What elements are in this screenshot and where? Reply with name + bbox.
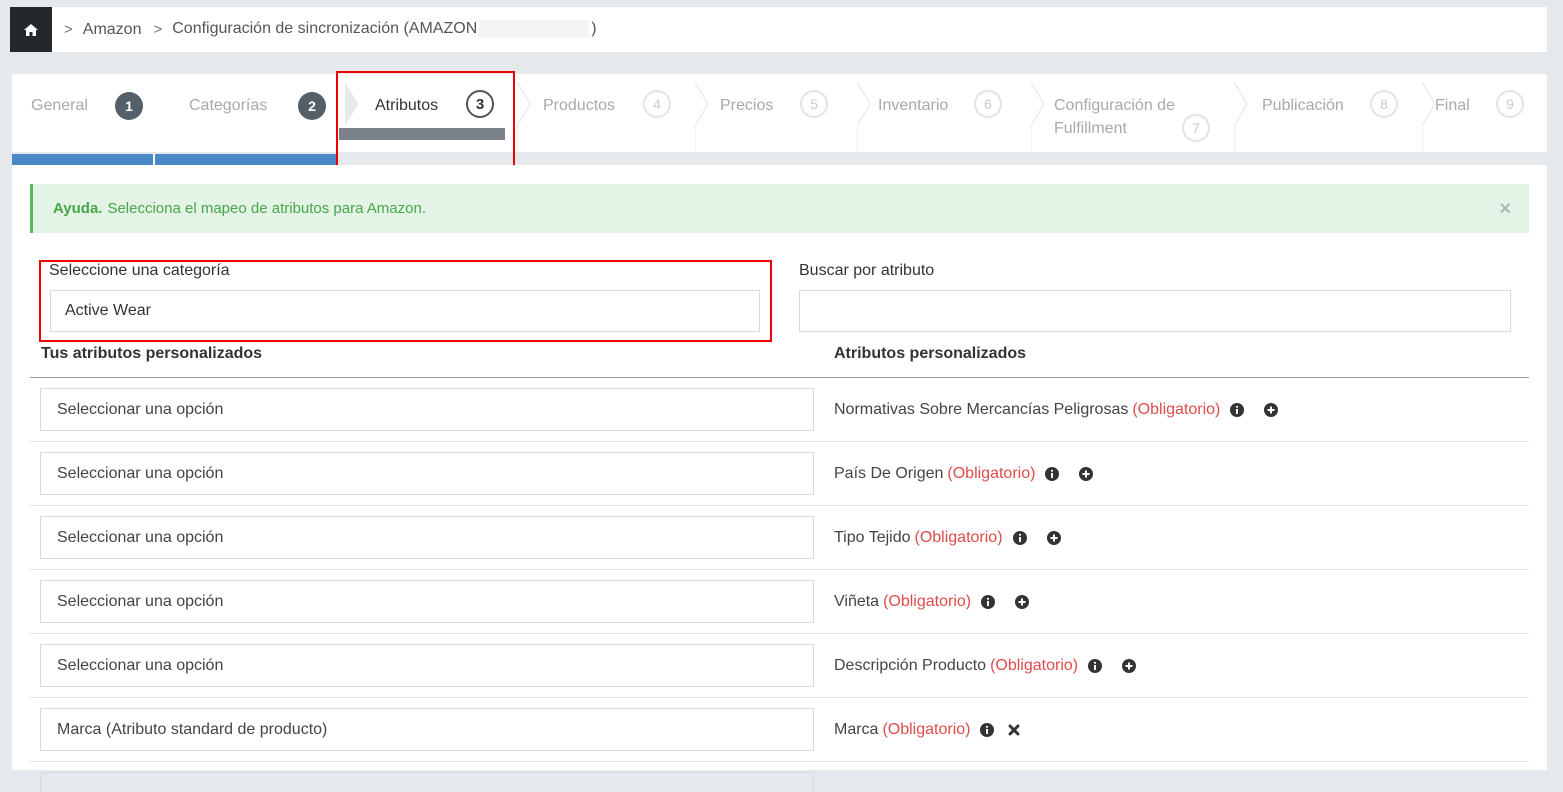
highlight-box-atributos [336, 71, 515, 170]
step-separator [1422, 82, 1436, 152]
step-productos[interactable]: Productos 4 [543, 74, 683, 152]
add-icon[interactable] [1264, 402, 1279, 417]
attribute-row: Seleccionar una opción Descripción Produ… [30, 634, 1529, 698]
add-icon[interactable] [1046, 530, 1061, 545]
step-separator [1031, 82, 1045, 152]
step-precios[interactable]: Precios 5 [720, 74, 850, 152]
search-label: Buscar por atributo [799, 262, 935, 279]
info-icon[interactable] [1230, 402, 1245, 417]
attribute-row: Seleccionar una opción Normativas Sobre … [30, 378, 1529, 442]
attribute-row: Seleccionar una opción Viñeta (Obligatori… [30, 570, 1529, 634]
attribute-row: Marca (Atributo standard de producto) Ma… [30, 698, 1529, 762]
info-icon[interactable] [980, 722, 995, 737]
step-number: 9 [1496, 90, 1524, 118]
option-select[interactable]: Seleccionar una opción [40, 644, 814, 687]
help-title: Ayuda. [53, 200, 103, 217]
step-categorias[interactable]: Categorías 2 [189, 74, 329, 152]
home-icon[interactable] [10, 7, 52, 52]
option-select[interactable]: Seleccionar una opción [40, 388, 814, 431]
remove-icon[interactable] [1008, 724, 1020, 736]
breadcrumb-current: Configuración de sincronización (AMAZON) [172, 20, 597, 39]
option-select[interactable] [40, 772, 814, 792]
attribute-label: Marca (Obligatorio) [834, 698, 1020, 761]
attribute-label: Descripción Producto (Obligatorio) [834, 634, 1137, 697]
step-number: 2 [298, 92, 326, 120]
redacted-id [479, 20, 590, 39]
step-publicacion[interactable]: Publicación 8 [1262, 74, 1422, 152]
step-separator [695, 82, 709, 152]
option-select[interactable]: Seleccionar una opción [40, 580, 814, 623]
step-general[interactable]: General 1 [31, 74, 151, 152]
step-separator [1234, 82, 1248, 152]
step-number: 1 [115, 92, 143, 120]
progress-divider [153, 154, 155, 165]
breadcrumb: > Amazon > Configuración de sincronizaci… [10, 7, 1547, 52]
column-header-left: Tus atributos personalizados [41, 345, 263, 362]
step-separator [857, 82, 871, 152]
highlight-box-category [39, 260, 772, 342]
progress-bar [12, 154, 336, 165]
option-select[interactable]: Seleccionar una opción [40, 452, 814, 495]
help-text: Selecciona el mapeo de atributos para Am… [107, 200, 426, 217]
step-fulfillment[interactable]: Configuración de Fulfillment 7 [1054, 74, 1224, 152]
step-final[interactable]: Final 9 [1435, 74, 1545, 152]
attribute-row [30, 762, 1529, 792]
option-select[interactable]: Marca (Atributo standard de producto) [40, 708, 814, 751]
add-icon[interactable] [1015, 594, 1030, 609]
step-number: 6 [974, 90, 1002, 118]
info-icon[interactable] [981, 594, 996, 609]
attributes-panel: Ayuda. Selecciona el mapeo de atributos … [12, 165, 1547, 792]
close-icon[interactable]: × [1499, 198, 1511, 221]
chevron-right-icon: > [153, 21, 163, 38]
chevron-right-icon: > [64, 21, 73, 38]
step-number: 8 [1370, 90, 1398, 118]
step-number: 7 [1182, 114, 1210, 142]
attribute-row: Seleccionar una opción País De Origen (Ob… [30, 442, 1529, 506]
help-alert: Ayuda. Selecciona el mapeo de atributos … [30, 184, 1529, 233]
attribute-row: Seleccionar una opción Tipo Tejido (Oblig… [30, 506, 1529, 570]
option-select[interactable]: Seleccionar una opción [40, 516, 814, 559]
attribute-label: Tipo Tejido (Obligatorio) [834, 506, 1061, 569]
info-icon[interactable] [1045, 466, 1060, 481]
step-separator [517, 82, 531, 152]
column-header-right: Atributos personalizados [834, 345, 1027, 362]
step-number: 4 [643, 90, 671, 118]
attribute-label: Normativas Sobre Mercancías Peligrosas (O… [834, 378, 1279, 441]
breadcrumb-amazon[interactable]: Amazon [83, 21, 142, 39]
add-icon[interactable] [1079, 466, 1094, 481]
attribute-label: Viñeta (Obligatorio) [834, 570, 1030, 633]
search-input[interactable] [799, 290, 1511, 332]
wizard-steps: General 1 Categorías 2 Atributos 3 Produ… [12, 74, 1547, 165]
step-number: 5 [800, 90, 828, 118]
add-icon[interactable] [1122, 658, 1137, 673]
info-icon[interactable] [1012, 530, 1027, 545]
step-inventario[interactable]: Inventario 6 [878, 74, 1028, 152]
info-icon[interactable] [1088, 658, 1103, 673]
attribute-label: País De Origen (Obligatorio) [834, 442, 1094, 505]
